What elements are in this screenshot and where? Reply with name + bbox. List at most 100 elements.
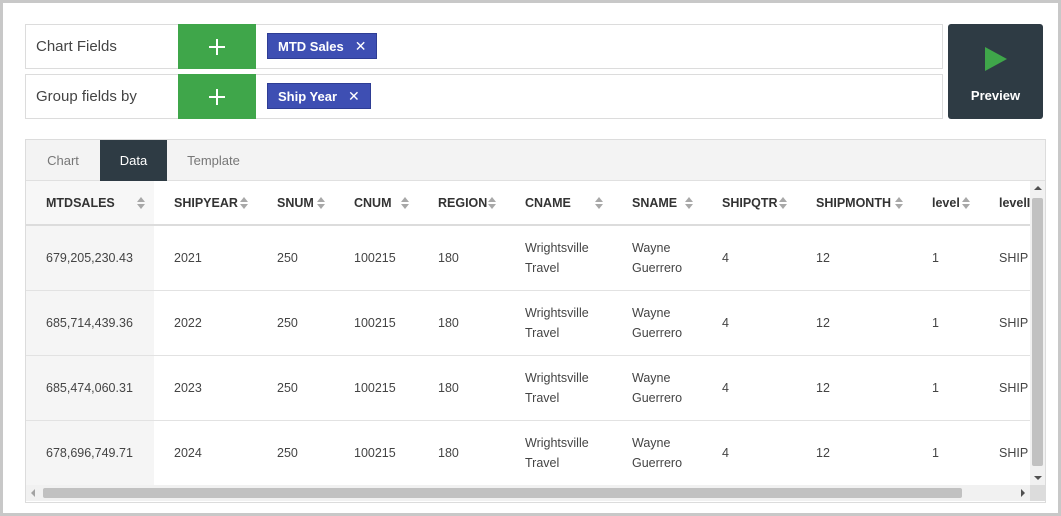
- table-cell: 100215: [334, 290, 418, 356]
- column-header-label: CNUM: [354, 195, 392, 210]
- scroll-down-icon[interactable]: [1034, 476, 1042, 480]
- sort-icon[interactable]: [962, 196, 970, 210]
- scrollbar-corner: [1030, 485, 1045, 501]
- tab-chart[interactable]: Chart: [26, 140, 100, 181]
- table-cell: 1: [912, 225, 979, 291]
- column-header[interactable]: MTDSALES: [26, 181, 154, 226]
- table-cell: SHIP: [979, 355, 1030, 421]
- table-cell: 12: [796, 225, 912, 291]
- add-chart-field-button[interactable]: [178, 24, 256, 69]
- data-panel: Chart Data Template MTDSALES SHIPYEAR SNUM…: [25, 139, 1046, 503]
- table-row[interactable]: 685,474,060.31 2023 250 100215 180 Wrightsvil…: [26, 355, 1030, 421]
- sort-icon[interactable]: [240, 196, 248, 210]
- data-table: MTDSALES SHIPYEAR SNUM CNUM REGION CNAME SNAME…: [26, 181, 1030, 485]
- add-group-field-button[interactable]: [178, 74, 256, 119]
- column-header[interactable]: SNAME: [612, 181, 702, 226]
- table-cell: 12: [796, 355, 912, 421]
- vertical-scroll-thumb[interactable]: [1032, 198, 1043, 466]
- table-cell: Wrightsville Travel: [505, 355, 612, 421]
- table-cell: 1: [912, 355, 979, 421]
- table-cell: 12: [796, 420, 912, 485]
- play-icon: [985, 47, 1007, 71]
- table-cell: 1: [912, 420, 979, 485]
- close-icon[interactable]: ✕: [355, 39, 367, 53]
- table-cell: 180: [418, 225, 505, 291]
- table-cell: 180: [418, 420, 505, 485]
- table-cell: 2023: [154, 355, 257, 421]
- table-cell: Wayne Guerrero: [612, 420, 702, 485]
- sort-icon[interactable]: [137, 196, 145, 210]
- table-cell: SHIP: [979, 225, 1030, 291]
- table-cell: 1: [912, 290, 979, 356]
- column-header[interactable]: SNUM: [257, 181, 334, 226]
- table-cell: 685,714,439.36: [26, 290, 154, 356]
- vertical-scrollbar[interactable]: [1030, 181, 1045, 485]
- column-header-label: CNAME: [525, 195, 571, 210]
- sort-icon[interactable]: [401, 196, 409, 210]
- horizontal-scroll-thumb[interactable]: [43, 488, 962, 498]
- column-header-label: level: [932, 195, 960, 210]
- table-cell: 250: [257, 355, 334, 421]
- sort-icon[interactable]: [779, 196, 787, 210]
- table-cell: SHIP: [979, 290, 1030, 356]
- tab-template[interactable]: Template: [167, 140, 260, 181]
- preview-label: Preview: [970, 88, 1021, 103]
- table-cell: 685,474,060.31: [26, 355, 154, 421]
- scroll-right-icon[interactable]: [1021, 489, 1025, 497]
- table-cell: 679,205,230.43: [26, 225, 154, 291]
- chip-label: MTD Sales: [278, 38, 344, 54]
- group-fields-row: Group fields by Ship Year ✕: [25, 74, 943, 119]
- group-field-chip: Ship Year ✕: [267, 83, 371, 109]
- preview-button[interactable]: Preview: [948, 24, 1043, 119]
- chart-fields-row: Chart Fields MTD Sales ✕: [25, 24, 943, 69]
- sort-icon[interactable]: [317, 196, 325, 210]
- scroll-up-icon[interactable]: [1034, 186, 1042, 190]
- plus-icon: [209, 38, 225, 55]
- column-header[interactable]: CNAME: [505, 181, 612, 226]
- column-header[interactable]: REGION: [418, 181, 505, 226]
- plus-icon: [209, 88, 225, 105]
- column-header[interactable]: level: [912, 181, 979, 226]
- table-row[interactable]: 679,205,230.43 2021 250 100215 180 Wrightsvil…: [26, 225, 1030, 291]
- table-cell: 2024: [154, 420, 257, 485]
- table-cell: 2021: [154, 225, 257, 291]
- table-row[interactable]: 685,714,439.36 2022 250 100215 180 Wrightsvil…: [26, 290, 1030, 356]
- chip-label: Ship Year: [278, 88, 338, 104]
- table-cell: Wrightsville Travel: [505, 420, 612, 485]
- sort-icon[interactable]: [488, 196, 496, 210]
- sort-icon[interactable]: [685, 196, 693, 210]
- column-header-label: MTDSALES: [46, 195, 115, 210]
- column-header[interactable]: SHIPYEAR: [154, 181, 257, 226]
- table-cell: Wayne Guerrero: [612, 355, 702, 421]
- table-cell: 250: [257, 420, 334, 485]
- column-header[interactable]: CNUM: [334, 181, 418, 226]
- chart-field-chip: MTD Sales ✕: [267, 33, 378, 59]
- sort-icon[interactable]: [895, 196, 903, 210]
- horizontal-scrollbar[interactable]: [26, 485, 1030, 501]
- table-cell: Wrightsville Travel: [505, 225, 612, 291]
- column-header-label: REGION: [438, 195, 488, 210]
- column-header[interactable]: levelI: [979, 181, 1030, 226]
- table-cell: 12: [796, 290, 912, 356]
- column-header-label: SHIPMONTH: [816, 195, 891, 210]
- sort-icon[interactable]: [595, 196, 603, 210]
- column-header-label: SNAME: [632, 195, 678, 210]
- table-cell: 678,696,749.71: [26, 420, 154, 485]
- table-body: 679,205,230.43 2021 250 100215 180 Wrightsvil…: [26, 225, 1030, 485]
- group-fields-label: Group fields by: [36, 88, 137, 105]
- table-cell: Wrightsville Travel: [505, 290, 612, 356]
- tab-data[interactable]: Data: [100, 140, 167, 181]
- table-cell: 100215: [334, 420, 418, 485]
- table-row[interactable]: 678,696,749.71 2024 250 100215 180 Wrightsvil…: [26, 420, 1030, 485]
- table-cell: 4: [702, 420, 796, 485]
- table-cell: 180: [418, 290, 505, 356]
- column-header[interactable]: SHIPQTR: [702, 181, 796, 226]
- column-header[interactable]: SHIPMONTH: [796, 181, 912, 226]
- table-cell: 4: [702, 355, 796, 421]
- data-grid: MTDSALES SHIPYEAR SNUM CNUM REGION CNAME SNAME…: [26, 181, 1030, 485]
- scroll-left-icon[interactable]: [31, 489, 35, 497]
- close-icon[interactable]: ✕: [348, 89, 360, 103]
- column-header-label: SHIPQTR: [722, 195, 778, 210]
- table-header-row: MTDSALES SHIPYEAR SNUM CNUM REGION CNAME SNAME…: [26, 181, 1030, 226]
- column-header-label: SNUM: [277, 195, 314, 210]
